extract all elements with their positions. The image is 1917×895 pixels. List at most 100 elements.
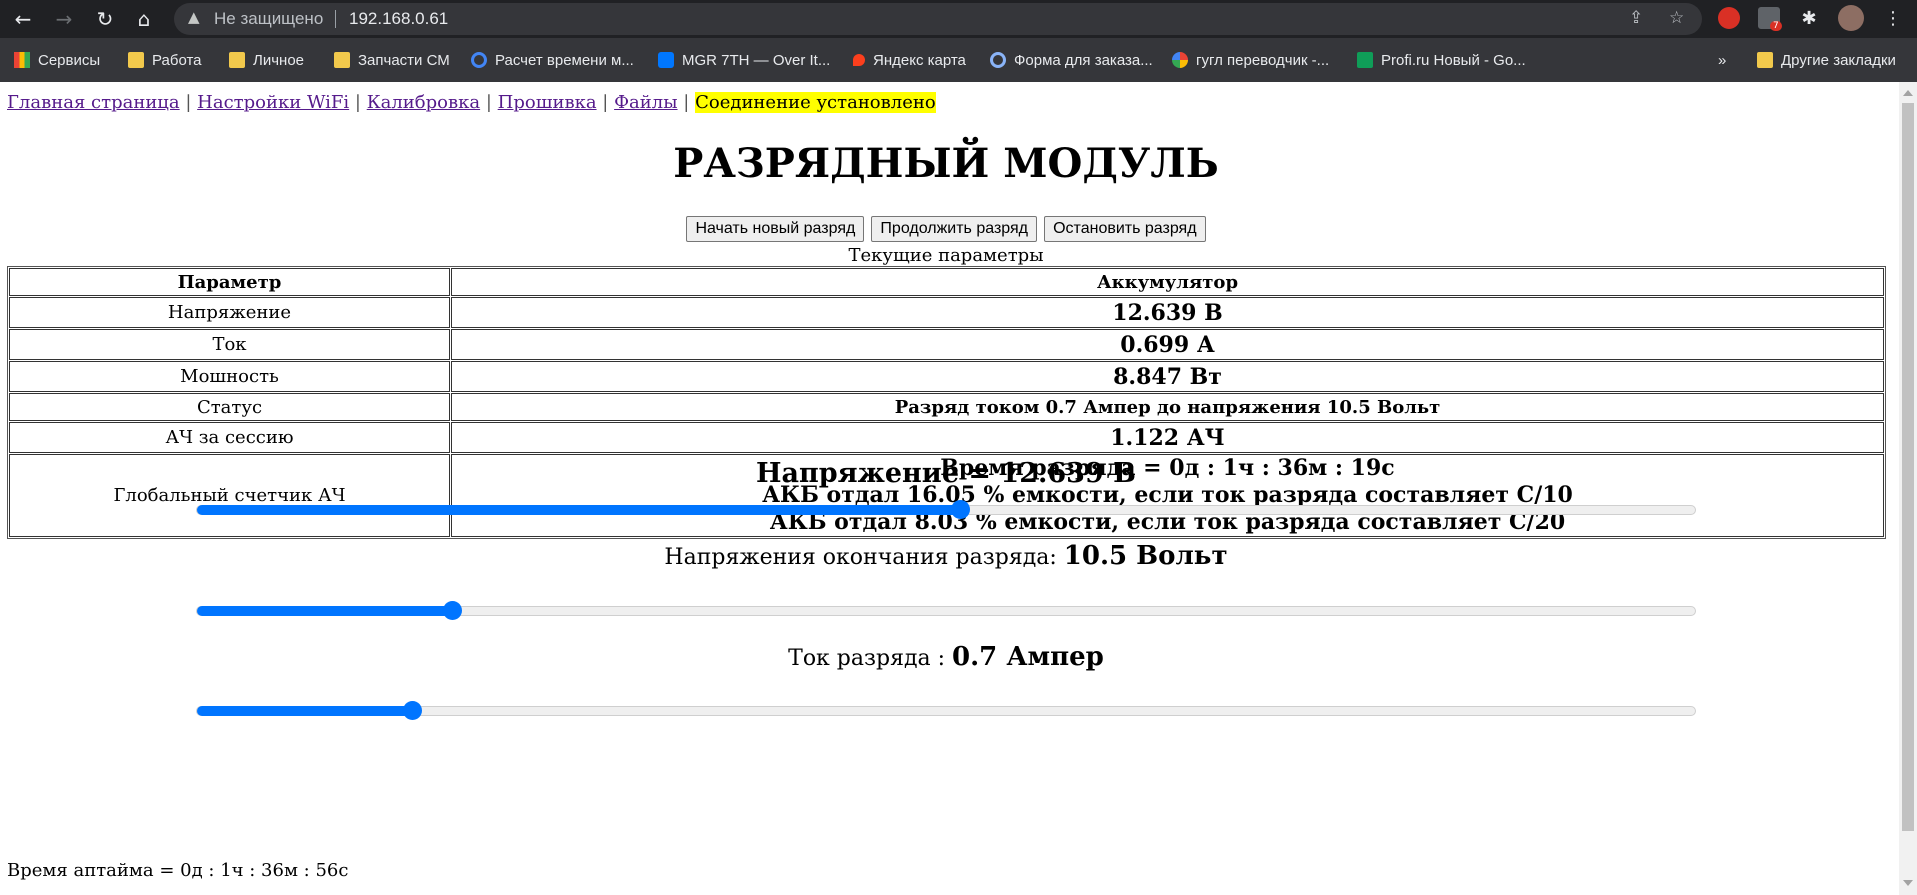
stop-discharge-button[interactable]: Остановить разряд — [1044, 216, 1206, 242]
scrollbar-thumb[interactable] — [1902, 103, 1914, 831]
site-favicon — [990, 52, 1006, 68]
puzzle-icon[interactable]: ✱ — [1796, 6, 1822, 32]
bookmark-item[interactable]: Форма для заказа... — [990, 49, 1153, 71]
table-row: Напряжение 12.639 В — [9, 297, 1884, 328]
browser-toolbar: ← → ↻ ⌂ ▲ Не защищено 192.168.0.61 ⇪ ☆ 7… — [0, 0, 1917, 38]
end-voltage-label: Напряжения окончания разряда: 10.5 Вольт — [0, 541, 1892, 571]
end-voltage-slider[interactable] — [196, 601, 1696, 620]
home-icon[interactable]: ⌂ — [131, 6, 157, 32]
nav-link-calibration[interactable]: Калибровка — [367, 92, 480, 113]
param-name: Ток — [9, 329, 450, 360]
start-discharge-button[interactable]: Начать новый разряд — [686, 216, 865, 242]
back-icon[interactable]: ← — [10, 6, 36, 32]
param-name: Мошность — [9, 361, 450, 392]
page-title: РАЗРЯДНЫЙ МОДУЛЬ — [673, 140, 1219, 187]
reload-icon[interactable]: ↻ — [92, 6, 118, 32]
bookmark-label: Работа — [152, 51, 202, 69]
header-parameter: Параметр — [9, 268, 450, 296]
bookmark-item[interactable]: Profi.ru Новый - Go... — [1357, 49, 1526, 71]
bookmark-label: Яндекс карта — [873, 51, 966, 69]
end-voltage-value: 10.5 Вольт — [1063, 541, 1228, 571]
top-navigation: Главная страница | Настройки WiFi | Кали… — [7, 92, 936, 113]
bookmark-label: Расчет времени м... — [495, 51, 634, 69]
nav-separator: | — [185, 92, 192, 113]
adblock-extension-icon[interactable] — [1718, 7, 1740, 29]
bookmark-item[interactable]: Запчасти СМ — [334, 49, 450, 71]
bookmark-label: Сервисы — [38, 51, 101, 69]
current-text: Ток разряда : — [788, 646, 953, 671]
slider-thumb[interactable] — [402, 701, 422, 720]
current-slider[interactable] — [196, 701, 1696, 720]
sheets-icon — [1357, 52, 1373, 68]
url-text[interactable]: 192.168.0.61 — [349, 9, 448, 29]
table-row: АЧ за сессию 1.122 АЧ — [9, 422, 1884, 453]
table-row: Статус Разряд током 0.7 Ампер до напряже… — [9, 393, 1884, 421]
slider-thumb[interactable] — [443, 601, 463, 620]
slider-fill — [197, 706, 413, 716]
voltage-label: Напряжение = 12.639 В — [756, 458, 1136, 489]
slider-thumb[interactable] — [950, 500, 970, 519]
google-icon — [1172, 52, 1188, 68]
param-value-current: 0.699 А — [451, 329, 1884, 360]
map-pin-icon — [853, 54, 865, 66]
bookmark-item[interactable]: Личное — [229, 49, 304, 71]
star-icon[interactable]: ☆ — [1669, 8, 1684, 28]
param-value-voltage: 12.639 В — [451, 297, 1884, 328]
param-name: Статус — [9, 393, 450, 421]
bookmarks-bar: Сервисы Работа Личное Запчасти СМ Расчет… — [0, 38, 1917, 82]
divider — [335, 10, 336, 28]
bookmark-label: MGR 7TH — Over It... — [682, 51, 831, 69]
nav-link-files[interactable]: Файлы — [614, 92, 677, 113]
vk-icon — [658, 52, 674, 68]
bookmark-item[interactable]: Яндекс карта — [853, 49, 966, 71]
scroll-down-icon[interactable] — [1903, 880, 1913, 886]
bookmark-label: гугл переводчик -... — [1196, 51, 1330, 69]
other-bookmarks[interactable]: Другие закладки — [1757, 49, 1896, 71]
param-name: Напряжение — [9, 297, 450, 328]
param-value-power: 8.847 Вт — [451, 361, 1884, 392]
share-icon[interactable]: ⇪ — [1629, 8, 1643, 28]
table-caption: Текущие параметры — [848, 245, 1044, 266]
bookmark-label: Другие закладки — [1781, 51, 1896, 69]
menu-icon[interactable]: ⋮ — [1880, 6, 1906, 32]
param-value-session-ah: 1.122 АЧ — [451, 422, 1884, 453]
bookmark-item[interactable]: MGR 7TH — Over It... — [658, 49, 830, 71]
more-bookmarks-button[interactable]: » — [1718, 49, 1726, 71]
slider-fill — [197, 606, 454, 616]
bookmark-label: Личное — [253, 51, 305, 69]
security-status[interactable]: Не защищено — [214, 9, 323, 29]
parameters-table: Параметр Аккумулятор Напряжение 12.639 В… — [7, 266, 1886, 539]
bookmark-item[interactable]: Работа — [128, 49, 202, 71]
bookmark-item[interactable]: гугл переводчик -... — [1172, 49, 1329, 71]
address-bar[interactable]: ▲ Не защищено 192.168.0.61 ⇪ ☆ — [174, 3, 1702, 35]
warning-icon: ▲ — [188, 8, 200, 26]
avatar[interactable] — [1838, 5, 1864, 31]
page-content: Главная страница | Настройки WiFi | Кали… — [0, 82, 1899, 895]
folder-icon — [334, 52, 350, 68]
folder-icon — [229, 52, 245, 68]
bookmark-item[interactable]: Сервисы — [14, 49, 100, 71]
connection-status: Соединение установлено — [695, 92, 936, 113]
voltage-slider[interactable] — [196, 500, 1696, 519]
header-battery: Аккумулятор — [451, 268, 1884, 296]
table-row: Мошность 8.847 Вт — [9, 361, 1884, 392]
table-row: Ток 0.699 А — [9, 329, 1884, 360]
uptime-text: Время аптайма = 0д : 1ч : 36м : 56с — [7, 860, 349, 881]
resume-discharge-button[interactable]: Продолжить разряд — [871, 216, 1038, 242]
current-value: 0.7 Ампер — [952, 642, 1104, 672]
nav-separator: | — [485, 92, 492, 113]
param-value-status: Разряд током 0.7 Ампер до напряжения 10.… — [451, 393, 1884, 421]
nav-separator: | — [602, 92, 609, 113]
nav-link-home[interactable]: Главная страница — [7, 92, 180, 113]
slider-fill — [197, 505, 961, 515]
scroll-up-icon[interactable] — [1903, 90, 1913, 96]
forward-icon[interactable]: → — [51, 6, 77, 32]
site-favicon — [471, 52, 487, 68]
nav-link-wifi[interactable]: Настройки WiFi — [197, 92, 349, 113]
apps-grid-icon — [14, 52, 30, 68]
bookmark-item[interactable]: Расчет времени м... — [471, 49, 634, 71]
extension-badge: 7 — [1770, 21, 1782, 31]
nav-link-firmware[interactable]: Прошивка — [498, 92, 597, 113]
param-name: АЧ за сессию — [9, 422, 450, 453]
control-buttons: Начать новый разряд Продолжить разряд Ос… — [0, 216, 1892, 242]
